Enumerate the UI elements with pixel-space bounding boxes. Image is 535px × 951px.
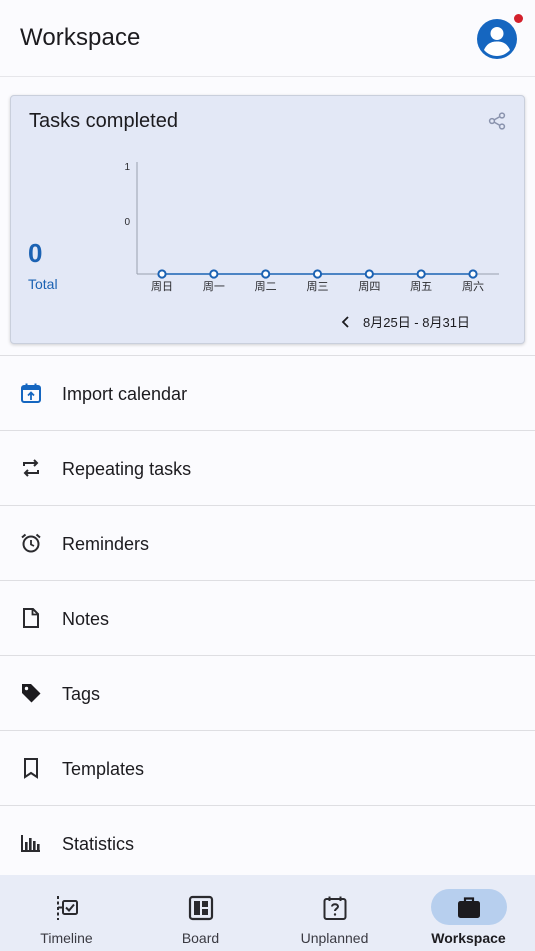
menu-label: Statistics — [62, 834, 135, 854]
chevron-left-icon[interactable] — [337, 313, 355, 331]
date-range-label: 8月25日 - 8月31日 — [363, 315, 470, 330]
menu-item-tags[interactable]: Tags — [0, 655, 535, 730]
timeline-icon — [56, 896, 78, 920]
menu-label: Notes — [62, 609, 110, 629]
x-tick-label: 周六 — [462, 280, 484, 293]
briefcase-icon — [457, 897, 480, 918]
tasks-completed-card[interactable]: Tasks completed 0 Total 1 0 周日 周一 周二 周三 周四 周五 周六… — [10, 95, 525, 344]
x-tick-label: 周一 — [203, 280, 225, 293]
x-tick-label: 周四 — [358, 280, 380, 293]
x-tick-label: 周日 — [151, 280, 173, 293]
x-tick-label: 周五 — [410, 280, 432, 293]
data-point — [364, 269, 374, 279]
menu-item-statistics[interactable]: Statistics — [0, 805, 535, 880]
data-point — [209, 269, 219, 279]
menu-label: Templates — [62, 759, 145, 779]
account-button[interactable] — [476, 14, 523, 60]
nav-unplanned[interactable]: Unplanned — [268, 875, 401, 951]
menu-label: Reminders — [62, 534, 150, 554]
note-icon — [23, 608, 39, 628]
calendar-import-icon — [21, 383, 41, 403]
nav-label: Timeline — [40, 930, 93, 946]
x-tick-label: 周二 — [255, 280, 277, 293]
y-tick-label: 0 — [124, 217, 130, 228]
data-point — [312, 269, 323, 279]
menu-label: Tags — [62, 684, 101, 704]
menu-item-templates[interactable]: Templates — [0, 730, 535, 805]
menu-label: Repeating tasks — [62, 459, 192, 479]
menu-item-import-calendar[interactable]: Import calendar — [0, 355, 535, 430]
date-range-nav: 8月25日 - 8月31日 — [337, 312, 470, 331]
board-icon — [188, 895, 213, 921]
unplanned-calendar-icon — [323, 896, 346, 920]
alarm-icon — [21, 533, 41, 553]
bottom-navigation: Timeline Board Unplanned Workspace — [0, 875, 535, 951]
notification-dot — [514, 14, 523, 23]
menu-item-repeating-tasks[interactable]: Repeating tasks — [0, 430, 535, 505]
nav-timeline[interactable]: Timeline — [0, 875, 133, 951]
workspace-menu: Import calendar Repeating tasks Reminder… — [0, 355, 535, 880]
repeat-icon — [23, 459, 39, 477]
nav-board[interactable]: Board — [134, 875, 267, 951]
x-tick-label: 周三 — [307, 280, 329, 293]
tasks-chart: 1 0 周日 周一 周二 周三 周四 周五 周六 — [124, 162, 499, 293]
data-point — [157, 269, 167, 279]
nav-label: Workspace — [431, 930, 506, 946]
data-point — [261, 269, 271, 279]
bar-chart-icon — [21, 835, 40, 852]
account-circle-icon — [477, 19, 517, 59]
menu-item-reminders[interactable]: Reminders — [0, 505, 535, 580]
data-point — [416, 269, 426, 279]
nav-label: Board — [181, 930, 220, 946]
app-bar: Workspace — [0, 0, 535, 77]
bookmark-icon — [24, 758, 38, 779]
nav-label: Unplanned — [300, 930, 369, 946]
tag-icon — [22, 684, 41, 703]
menu-label: Import calendar — [62, 384, 188, 404]
nav-workspace[interactable]: Workspace — [402, 875, 535, 951]
menu-item-notes[interactable]: Notes — [0, 580, 535, 655]
page-title: Workspace — [20, 24, 141, 51]
y-tick-label: 1 — [124, 162, 130, 173]
data-point — [468, 269, 478, 279]
